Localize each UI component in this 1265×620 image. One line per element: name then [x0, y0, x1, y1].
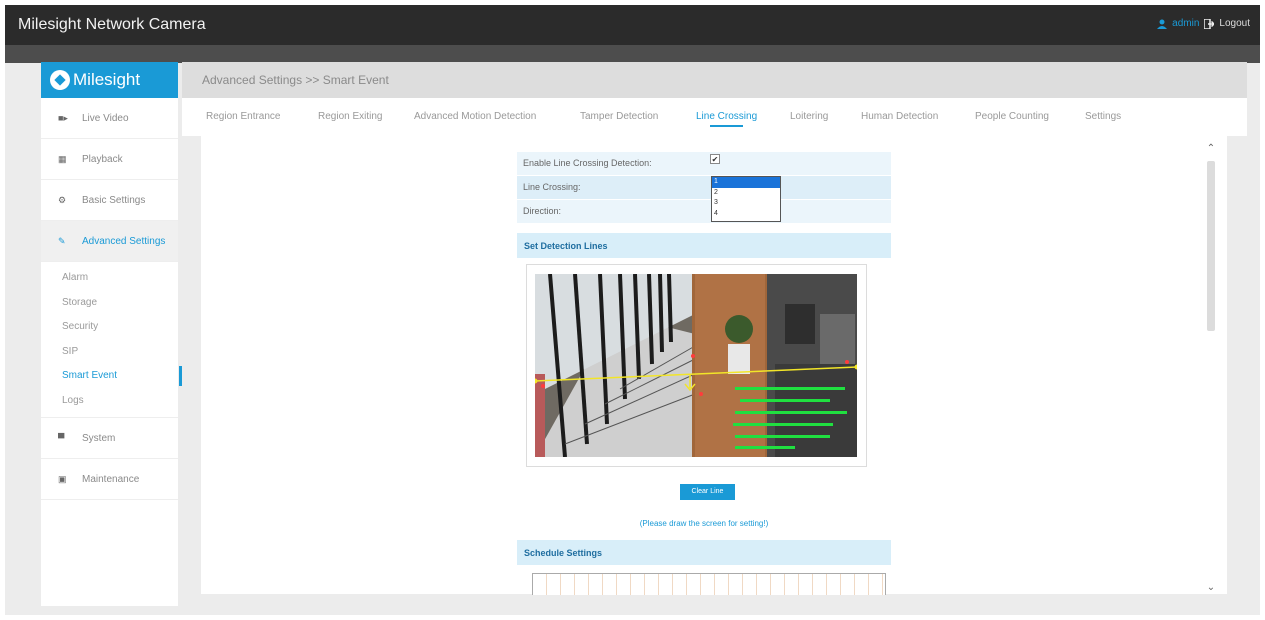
submenu-item-security[interactable]: Security [41, 315, 178, 340]
submenu-item-sip[interactable]: SIP [41, 340, 178, 365]
line-crossing-dropdown[interactable]: 1 2 3 4 [711, 176, 781, 222]
direction-label: Direction: [523, 206, 562, 216]
milesight-logo-icon [50, 70, 70, 90]
scrollbar-thumb[interactable] [1207, 161, 1215, 331]
sidebar-item-label: Maintenance [82, 473, 140, 485]
line-crossing-label: Line Crossing: [523, 182, 581, 192]
draw-hint-text: (Please draw the screen for setting!) [639, 519, 769, 528]
gear-icon: ⚙ [58, 195, 67, 205]
advanced-submenu: Alarm Storage Security SIP Smart Event L… [41, 262, 182, 418]
sidebar-item-playback[interactable]: ▦ Playback [41, 139, 178, 180]
line-option[interactable]: 4 [712, 209, 780, 220]
breadcrumb-bar: Advanced Settings >> Smart Event [182, 62, 1247, 98]
content-scrollbar[interactable]: ⌃ ⌄ [1205, 143, 1217, 593]
tab-advanced-motion-detection[interactable]: Advanced Motion Detection [414, 111, 536, 122]
tab-human-detection[interactable]: Human Detection [861, 111, 938, 122]
schedule-grid[interactable] [532, 573, 886, 595]
sidebar: Milesight ■▸ Live Video ▦ Playback ⚙ Bas… [41, 62, 182, 606]
logout-link[interactable]: Logout [1219, 18, 1250, 29]
tab-loitering[interactable]: Loitering [790, 111, 828, 122]
film-icon: ▦ [58, 154, 67, 164]
tab-region-exiting[interactable]: Region Exiting [318, 111, 382, 122]
sidebar-item-label: Basic Settings [82, 194, 146, 206]
tab-tamper-detection[interactable]: Tamper Detection [580, 111, 658, 122]
clear-line-button[interactable]: Clear Line [680, 484, 735, 500]
submenu-item-alarm[interactable]: Alarm [41, 266, 178, 291]
brand-logo: Milesight [41, 62, 178, 98]
scroll-up-icon[interactable]: ⌃ [1205, 143, 1217, 154]
enable-row: Enable Line Crossing Detection: [517, 152, 891, 175]
sidebar-item-label: Live Video [82, 112, 129, 124]
sidebar-item-label: Advanced Settings [82, 235, 166, 247]
submenu-item-storage[interactable]: Storage [41, 291, 178, 316]
direction-row: Direction: [517, 200, 891, 223]
sidebar-item-system[interactable]: ▀ System [41, 418, 178, 459]
wrench-icon: ✎ [58, 236, 66, 246]
top-header: Milesight Network Camera admin Logout [5, 5, 1260, 45]
sidebar-item-label: System [82, 432, 116, 444]
submenu-item-logs[interactable]: Logs [41, 389, 178, 414]
logout-icon[interactable] [1204, 18, 1215, 29]
line-crossing-row: Line Crossing: [517, 176, 891, 199]
tab-bar: Region Entrance Region Exiting Advanced … [182, 98, 1247, 136]
sidebar-item-basic-settings[interactable]: ⚙ Basic Settings [41, 180, 178, 221]
sidebar-item-maintenance[interactable]: ▣ Maintenance [41, 459, 178, 500]
sidebar-item-label: Playback [82, 153, 123, 165]
schedule-settings-section: Schedule Settings [517, 540, 891, 565]
tab-settings[interactable]: Settings [1085, 111, 1121, 122]
username-link[interactable]: admin [1172, 18, 1199, 29]
line-option[interactable]: 3 [712, 198, 780, 209]
line-option[interactable]: 2 [712, 188, 780, 199]
sidebar-item-advanced-settings[interactable]: ✎ Advanced Settings [41, 221, 178, 262]
tab-people-counting[interactable]: People Counting [975, 111, 1049, 122]
line-option[interactable]: 1 [712, 177, 780, 188]
enable-line-crossing-checkbox[interactable]: ✔ [710, 154, 720, 164]
monitor-icon: ▀ [58, 433, 65, 443]
enable-label: Enable Line Crossing Detection: [523, 158, 652, 168]
user-icon [1157, 19, 1168, 29]
toolbox-icon: ▣ [58, 474, 67, 484]
tab-region-entrance[interactable]: Region Entrance [206, 111, 281, 122]
camera-scene-image [535, 274, 857, 457]
submenu-item-smart-event[interactable]: Smart Event [41, 364, 182, 389]
breadcrumb: Advanced Settings >> Smart Event [202, 73, 389, 87]
detection-lines-section: Set Detection Lines [517, 233, 891, 258]
video-preview-frame [526, 264, 867, 467]
scroll-down-icon[interactable]: ⌄ [1205, 582, 1217, 593]
header-divider [5, 45, 1260, 63]
tab-line-crossing[interactable]: Line Crossing [696, 111, 757, 127]
user-area: admin Logout [1157, 18, 1250, 29]
sidebar-item-live-video[interactable]: ■▸ Live Video [41, 98, 178, 139]
brand-name: Milesight [73, 70, 141, 89]
video-icon: ■▸ [58, 113, 68, 123]
app-title: Milesight Network Camera [18, 16, 206, 33]
camera-live-view[interactable] [535, 274, 857, 457]
